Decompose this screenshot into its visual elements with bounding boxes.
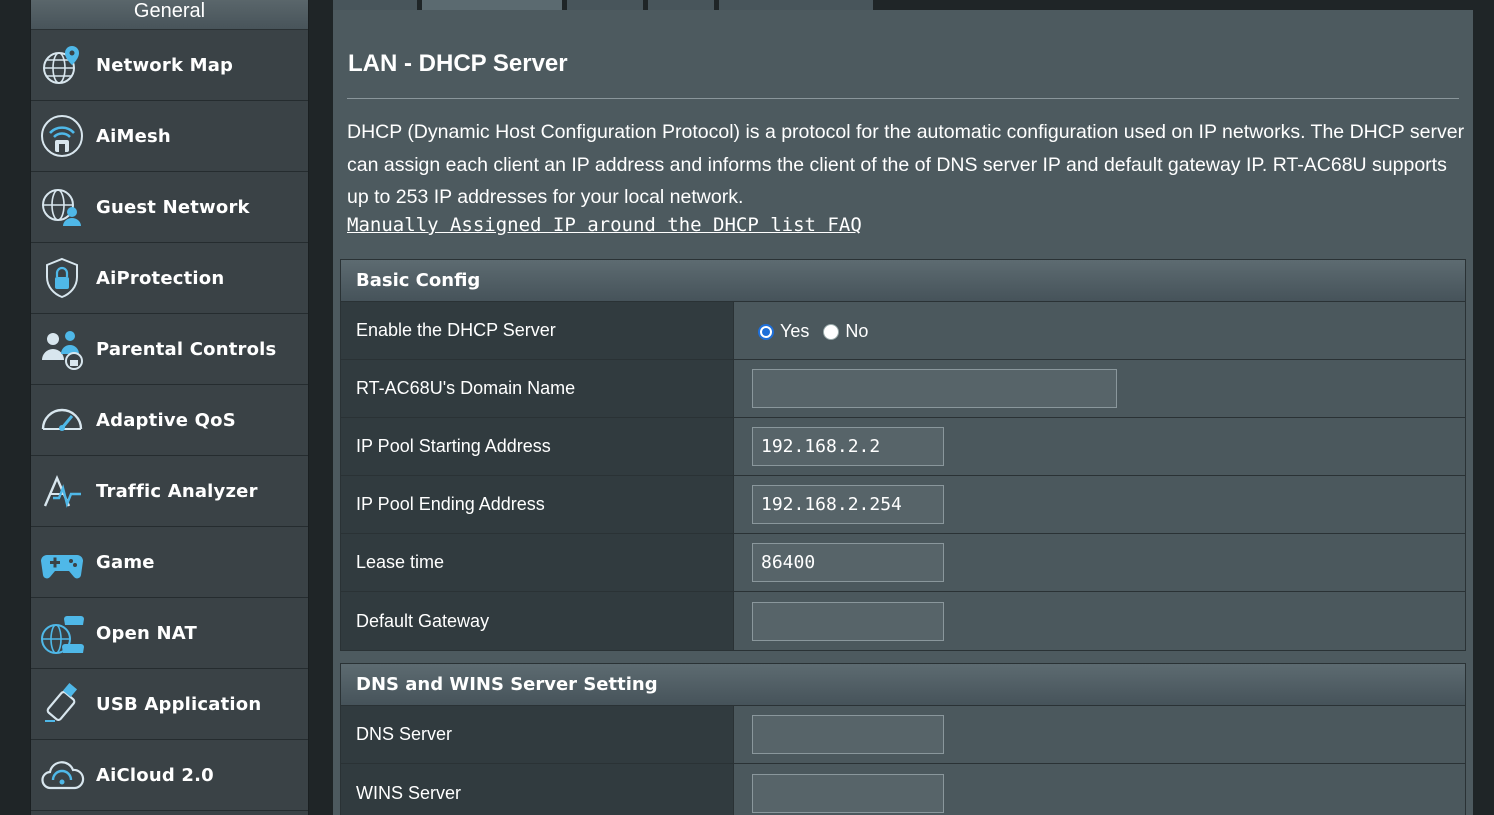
tab-bar <box>333 0 878 10</box>
dns-wins-section: DNS and WINS Server Setting DNS Server W… <box>340 663 1466 815</box>
ip-pool-end-row: IP Pool Ending Address 192.168.2.254 <box>341 476 1465 534</box>
usb-application-icon <box>38 680 86 728</box>
sidebar-item-aiprotection[interactable]: AiProtection <box>31 243 308 314</box>
sidebar-item-label: Network Map <box>96 54 234 76</box>
basic-config-section: Basic Config Enable the DHCP Server Yes … <box>340 259 1466 651</box>
wins-server-row: WINS Server <box>341 764 1465 815</box>
sidebar-item-adaptive-qos[interactable]: Adaptive QoS <box>31 385 308 456</box>
yes-radio-label[interactable]: Yes <box>780 321 809 342</box>
game-icon <box>38 538 86 586</box>
faq-link[interactable]: Manually Assigned IP around the DHCP lis… <box>347 214 862 236</box>
row-label: Lease time <box>341 534 734 591</box>
sidebar-item-game[interactable]: Game <box>31 527 308 598</box>
open-nat-icon <box>38 609 86 657</box>
sidebar-item-label: Open NAT <box>96 622 197 644</box>
sidebar-item-label: Guest Network <box>96 196 250 218</box>
sidebar-item-label: Parental Controls <box>96 338 277 360</box>
sidebar-item-label: USB Application <box>96 693 262 715</box>
main-panel: LAN - DHCP Server DHCP (Dynamic Host Con… <box>333 10 1473 815</box>
tab-2-active[interactable] <box>422 0 562 10</box>
row-label: Default Gateway <box>341 592 734 650</box>
no-radio[interactable] <box>823 323 840 340</box>
default-gateway-row: Default Gateway <box>341 592 1465 650</box>
enable-dhcp-row: Enable the DHCP Server Yes No <box>341 302 1465 360</box>
sidebar-item-label: AiProtection <box>96 267 225 289</box>
page-title: LAN - DHCP Server <box>348 50 568 77</box>
sidebar-item-label: AiCloud 2.0 <box>96 764 214 786</box>
sidebar-item-guest-network[interactable]: Guest Network <box>31 172 308 243</box>
lease-time-input[interactable]: 86400 <box>752 543 944 582</box>
section-header: DNS and WINS Server Setting <box>341 664 1465 706</box>
tab-3[interactable] <box>567 0 643 10</box>
traffic-analyzer-icon <box>38 467 86 515</box>
sidebar-item-network-map[interactable]: Network Map <box>31 30 308 101</box>
sidebar-item-label: AiMesh <box>96 125 171 147</box>
sidebar-item-open-nat[interactable]: Open NAT <box>31 598 308 669</box>
row-label: WINS Server <box>341 764 734 815</box>
title-divider <box>347 98 1459 99</box>
guest-network-icon <box>38 183 86 231</box>
row-label: IP Pool Ending Address <box>341 476 734 533</box>
aicloud-icon <box>38 751 86 799</box>
parental-controls-icon <box>38 325 86 373</box>
sidebar-item-label: Traffic Analyzer <box>96 480 258 502</box>
row-label: RT-AC68U's Domain Name <box>341 360 734 417</box>
row-label: Enable the DHCP Server <box>341 302 734 359</box>
lease-time-row: Lease time 86400 <box>341 534 1465 592</box>
sidebar: General Network Map AiMesh Guest Network… <box>30 0 309 815</box>
ip-pool-start-input[interactable]: 192.168.2.2 <box>752 427 944 466</box>
dns-server-input[interactable] <box>752 715 944 754</box>
sidebar-item-traffic-analyzer[interactable]: Traffic Analyzer <box>31 456 308 527</box>
ip-pool-start-row: IP Pool Starting Address 192.168.2.2 <box>341 418 1465 476</box>
default-gateway-input[interactable] <box>752 601 944 641</box>
wins-server-input[interactable] <box>752 773 944 813</box>
section-header: Basic Config <box>341 260 1465 302</box>
domain-name-row: RT-AC68U's Domain Name <box>341 360 1465 418</box>
sidebar-item-parental-controls[interactable]: Parental Controls <box>31 314 308 385</box>
aimesh-icon <box>38 112 86 160</box>
sidebar-item-label: Game <box>96 551 155 573</box>
sidebar-item-usb-application[interactable]: USB Application <box>31 669 308 740</box>
network-map-icon <box>38 41 86 89</box>
row-label: DNS Server <box>341 706 734 763</box>
tab-4[interactable] <box>648 0 714 10</box>
no-radio-label[interactable]: No <box>845 321 868 342</box>
ip-pool-end-input[interactable]: 192.168.2.254 <box>752 485 944 524</box>
sidebar-item-aicloud[interactable]: AiCloud 2.0 <box>31 740 308 811</box>
domain-name-input[interactable] <box>752 369 1117 408</box>
page-description: DHCP (Dynamic Host Configuration Protoco… <box>347 121 1465 208</box>
aiprotection-icon <box>38 254 86 302</box>
sidebar-item-label: Adaptive QoS <box>96 409 236 431</box>
tab-5[interactable] <box>719 0 873 10</box>
sidebar-header: General <box>31 0 308 30</box>
row-label: IP Pool Starting Address <box>341 418 734 475</box>
tab-1[interactable] <box>333 0 417 10</box>
adaptive-qos-icon <box>38 396 86 444</box>
sidebar-item-aimesh[interactable]: AiMesh <box>31 101 308 172</box>
dns-server-row: DNS Server <box>341 706 1465 764</box>
yes-radio[interactable] <box>758 323 774 340</box>
